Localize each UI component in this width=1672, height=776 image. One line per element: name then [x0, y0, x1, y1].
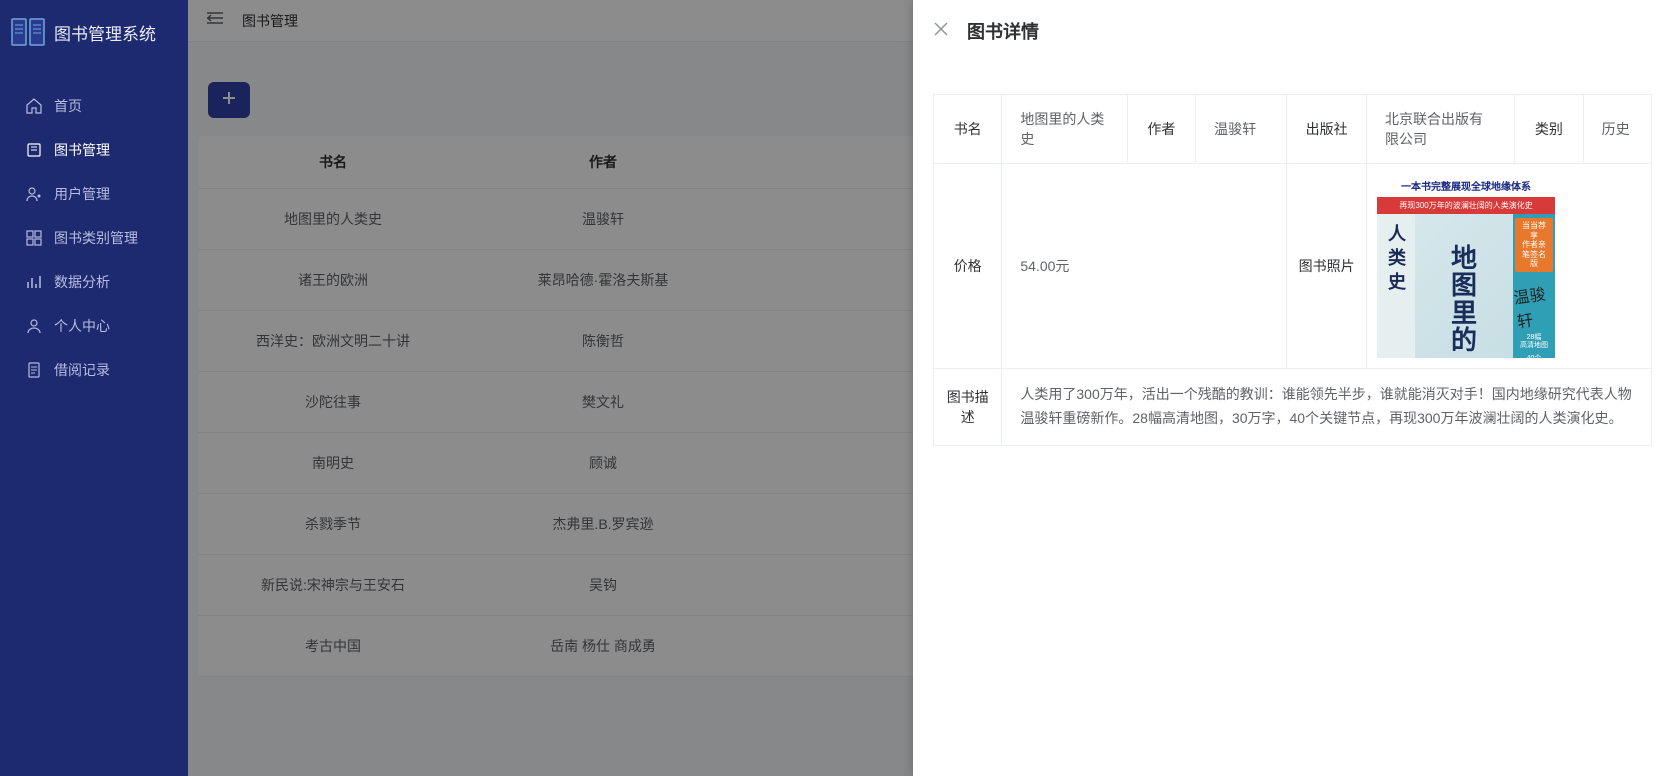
cover-right-column: 当当荐享作者亲笔签名版 温骏轩 28幅高清地图 40个人类发展节点 30万字: [1513, 214, 1555, 358]
nav-menu: 首页 图书管理 用户管理 图书类别管理 数据分析 个人中心: [0, 64, 188, 392]
cell-book-name: 西洋史：欧洲文明二十讲: [198, 311, 468, 371]
nav-home[interactable]: 首页: [0, 84, 188, 128]
breadcrumb: 图书管理: [242, 11, 298, 31]
detail-row: 图书描述 人类用了300万年，活出一个残酷的教训：谁能领先半步，谁就能消灭对手！…: [934, 369, 1652, 446]
add-book-button[interactable]: [208, 82, 250, 118]
nav-analytics[interactable]: 数据分析: [0, 260, 188, 304]
cover-main: 人类史 地 图 里 的 Human History on t: [1377, 214, 1555, 358]
value-category: 历史: [1583, 95, 1651, 164]
drawer-title: 图书详情: [967, 18, 1039, 44]
value-publisher: 北京联合出版有限公司: [1367, 95, 1515, 164]
drawer-header: 图书详情: [913, 0, 1672, 62]
cell-author: 岳南 杨仕 商成勇: [468, 616, 738, 676]
nav-label: 个人中心: [54, 316, 110, 336]
detail-row: 价格 54.00元 图书照片 一本书完整展现全球地缘体系 再现300万年的波澜壮…: [934, 164, 1652, 369]
user-icon: [26, 186, 42, 202]
cover-left-column: 人类史: [1377, 214, 1415, 358]
nav-category-management[interactable]: 图书类别管理: [0, 216, 188, 260]
app-title: 图书管理系统: [54, 20, 156, 45]
book-detail-drawer: 图书详情 书名 地图里的人类史 作者 温骏轩 出版社 北京联合出版有限公司 类别…: [913, 0, 1672, 776]
book-cover-image: 一本书完整展现全球地缘体系 再现300万年的波澜壮阔的人类演化史 人类史 地 图: [1377, 174, 1555, 358]
value-book-name: 地图里的人类史: [1002, 95, 1127, 164]
cell-author: 杰弗里.B.罗宾逊: [468, 494, 738, 554]
cell-book-name: 南明史: [198, 433, 468, 493]
cell-book-name: 沙陀往事: [198, 372, 468, 432]
label-photo: 图书照片: [1287, 164, 1367, 369]
label-category: 类别: [1515, 95, 1583, 164]
grid-icon: [26, 230, 42, 246]
cell-author: 吴钩: [468, 555, 738, 615]
nav-label: 借阅记录: [54, 360, 110, 380]
book-icon: [26, 142, 42, 158]
cover-right-text: 40个人类发展节点: [1515, 355, 1553, 358]
detail-row: 书名 地图里的人类史 作者 温骏轩 出版社 北京联合出版有限公司 类别 历史: [934, 95, 1652, 164]
cover-center: 地 图 里 的 Human History on the MAP: [1415, 214, 1513, 358]
label-publisher: 出版社: [1287, 95, 1367, 164]
person-icon: [26, 318, 42, 334]
value-price: 54.00元: [1002, 164, 1287, 369]
nav-label: 图书类别管理: [54, 228, 138, 248]
nav-label: 图书管理: [54, 140, 110, 160]
home-icon: [26, 98, 42, 114]
collapse-sidebar-icon[interactable]: [206, 10, 224, 31]
nav-book-management[interactable]: 图书管理: [0, 128, 188, 172]
label-price: 价格: [934, 164, 1002, 369]
nav-profile[interactable]: 个人中心: [0, 304, 188, 348]
cell-author: 陈衡哲: [468, 311, 738, 371]
plus-icon: [221, 90, 237, 111]
drawer-body: 书名 地图里的人类史 作者 温骏轩 出版社 北京联合出版有限公司 类别 历史 价…: [913, 62, 1672, 466]
cover-banner: 一本书完整展现全球地缘体系: [1377, 174, 1555, 197]
value-description: 人类用了300万年，活出一个残酷的教训：谁能领先半步，谁就能消灭对手！国内地缘研…: [1002, 369, 1652, 446]
cell-book-name: 新民说:宋神宗与王安石: [198, 555, 468, 615]
cell-book-name: 杀戮季节: [198, 494, 468, 554]
book-logo-icon: [10, 14, 46, 50]
badge-dangdang: 当当荐享作者亲笔签名版: [1515, 218, 1553, 272]
doc-icon: [26, 362, 42, 378]
cell-book-name: 诸王的欧洲: [198, 250, 468, 310]
nav-label: 用户管理: [54, 184, 110, 204]
nav-label: 数据分析: [54, 272, 110, 292]
nav-borrow-records[interactable]: 借阅记录: [0, 348, 188, 392]
nav-label: 首页: [54, 96, 82, 116]
header-book-name: 书名: [198, 136, 468, 188]
cell-author: 莱昂哈德·霍洛夫斯基: [468, 250, 738, 310]
cell-author: 樊文礼: [468, 372, 738, 432]
close-icon[interactable]: [933, 21, 949, 42]
cover-right-text: 28幅高清地图: [1520, 334, 1548, 351]
sidebar: 图书管理系统 首页 图书管理 用户管理 图书类别管理 数据分析: [0, 0, 188, 776]
detail-table: 书名 地图里的人类史 作者 温骏轩 出版社 北京联合出版有限公司 类别 历史 价…: [933, 94, 1652, 446]
chart-icon: [26, 274, 42, 290]
value-photo-cell: 一本书完整展现全球地缘体系 再现300万年的波澜壮阔的人类演化史 人类史 地 图: [1367, 164, 1652, 369]
logo-section: 图书管理系统: [0, 0, 188, 64]
header-author: 作者: [468, 136, 738, 188]
label-description: 图书描述: [934, 369, 1002, 446]
label-author: 作者: [1127, 95, 1195, 164]
cell-author: 顾诚: [468, 433, 738, 493]
author-signature: 温骏轩: [1512, 280, 1555, 333]
cell-book-name: 地图里的人类史: [198, 189, 468, 249]
cell-book-name: 考古中国: [198, 616, 468, 676]
nav-user-management[interactable]: 用户管理: [0, 172, 188, 216]
cell-author: 温骏轩: [468, 189, 738, 249]
label-book-name: 书名: [934, 95, 1002, 164]
value-author: 温骏轩: [1196, 95, 1287, 164]
cover-main-title: 地 图 里 的: [1451, 245, 1477, 354]
cover-red-strip: 再现300万年的波澜壮阔的人类演化史: [1377, 197, 1555, 214]
